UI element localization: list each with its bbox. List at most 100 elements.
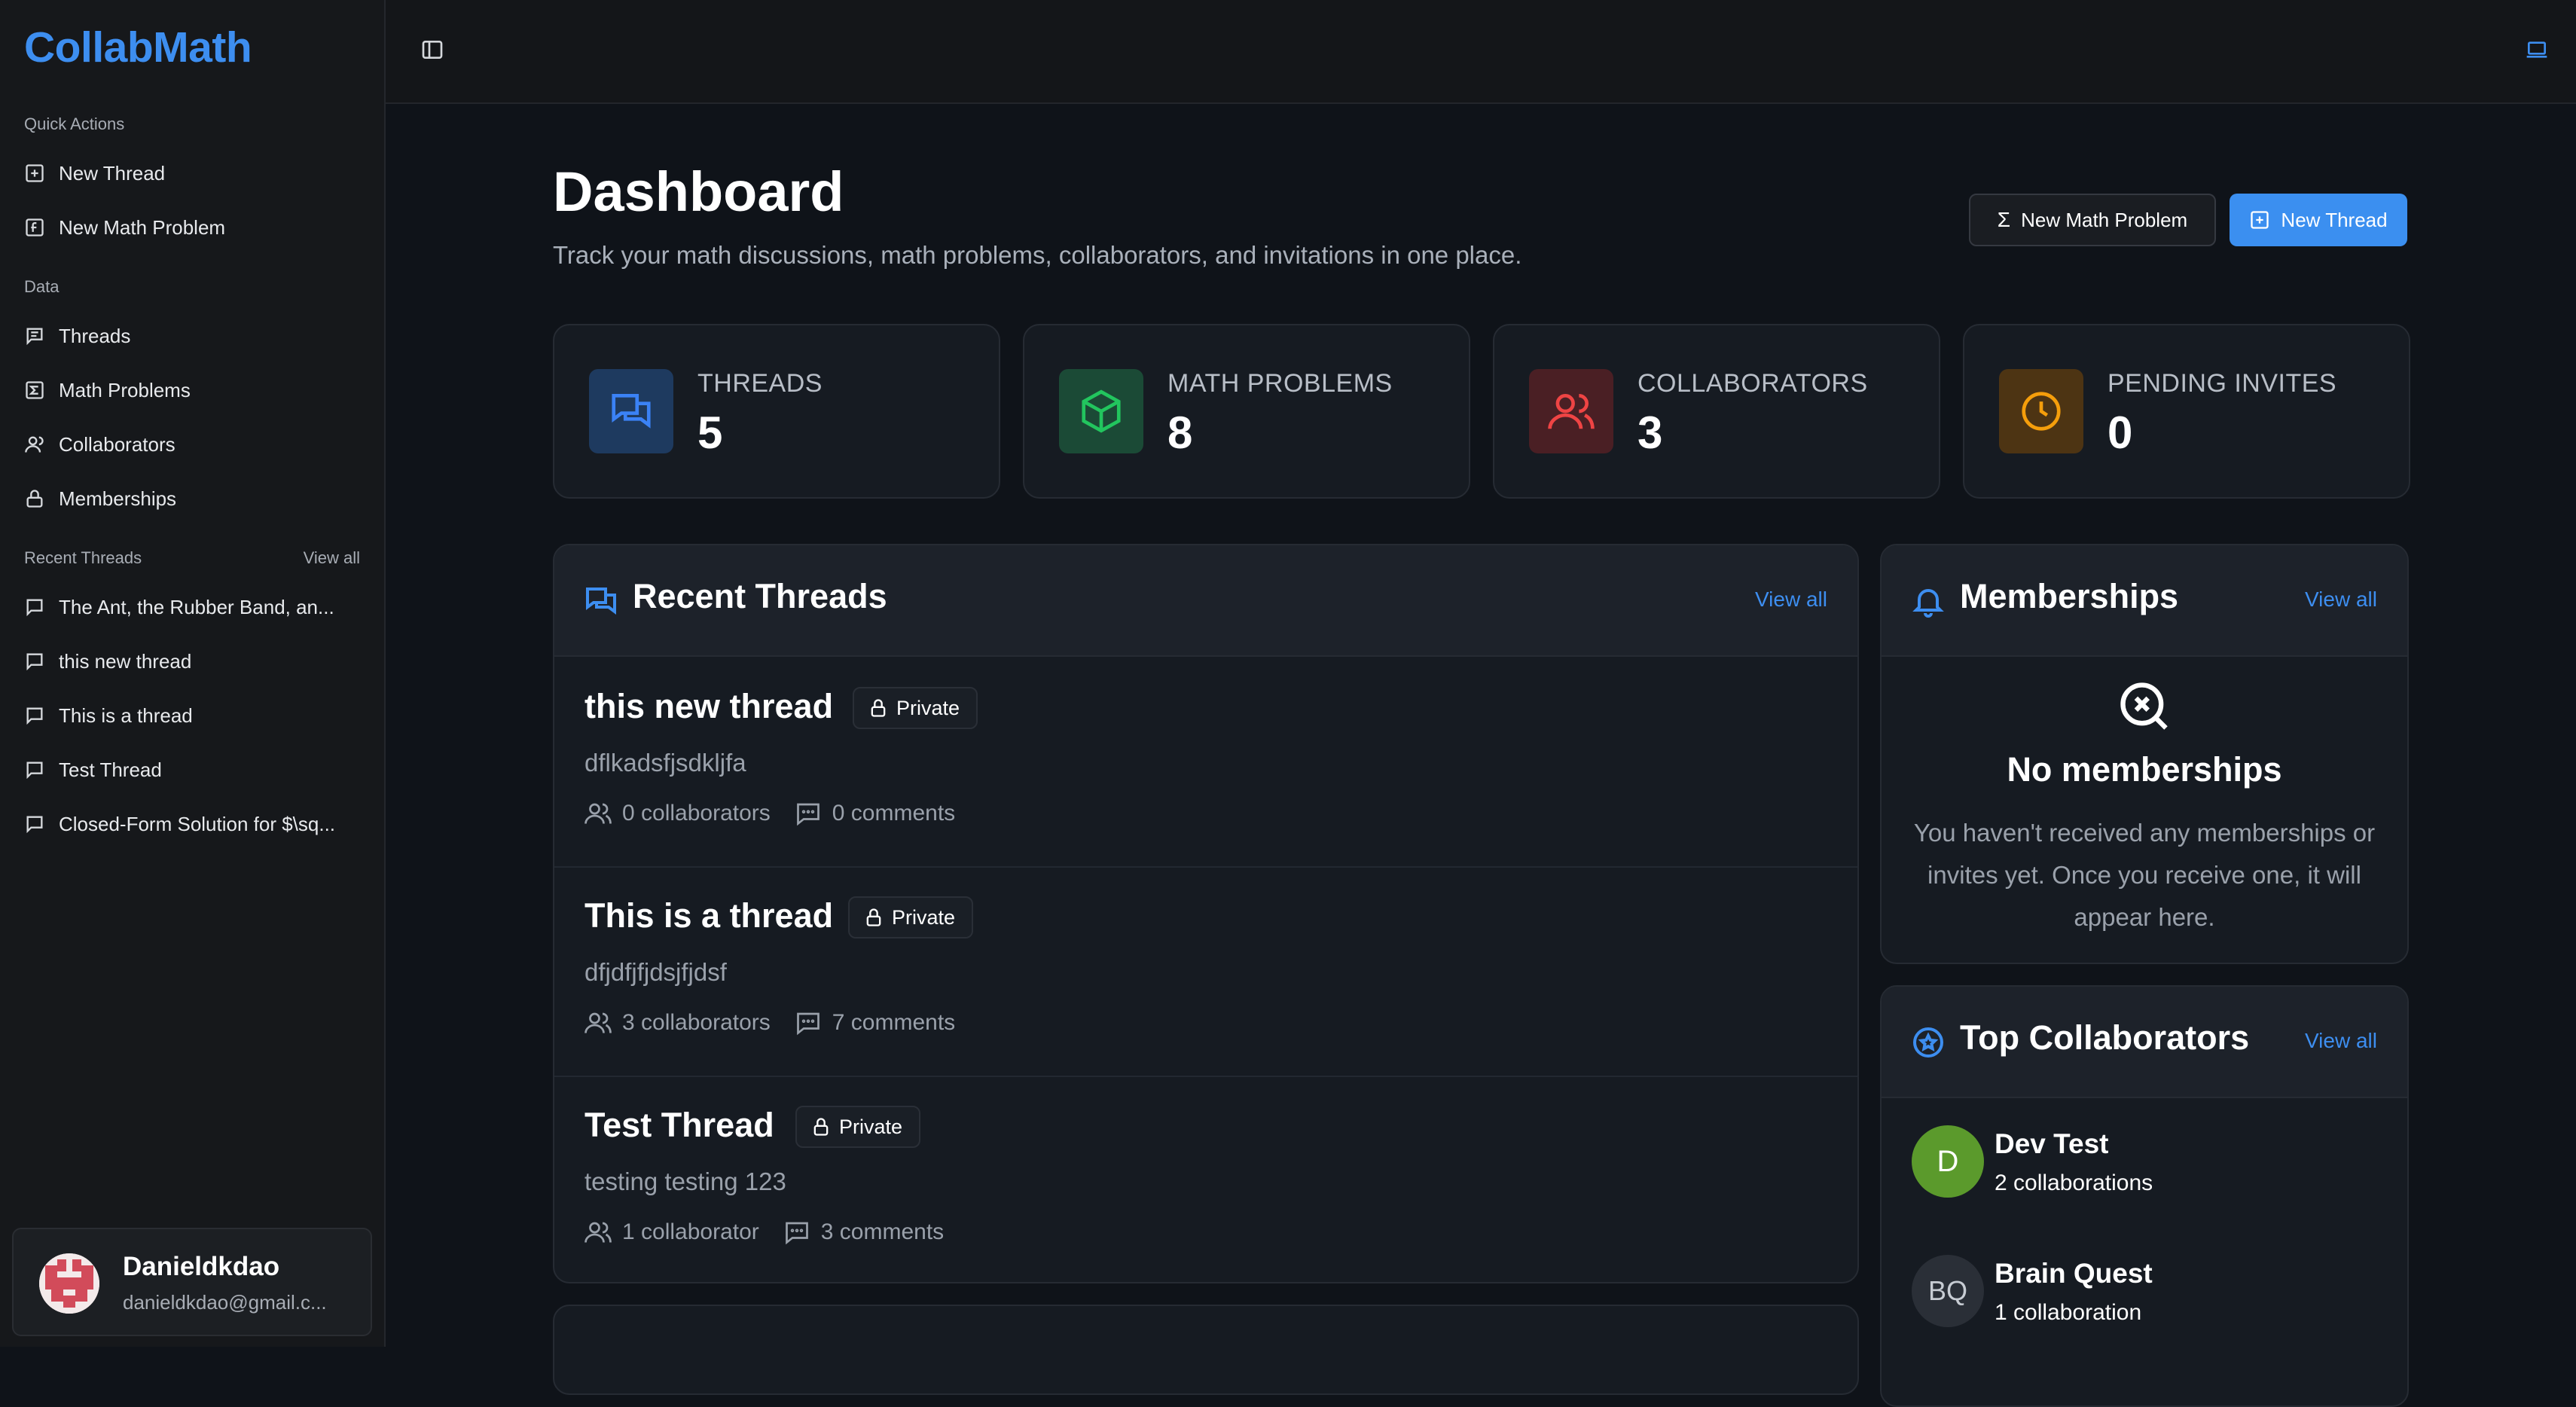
thread-title[interactable]: this new thread xyxy=(584,687,833,726)
thread-title[interactable]: Test Thread xyxy=(584,1106,774,1145)
new-thread-button[interactable]: New Thread xyxy=(2230,194,2407,246)
clock-icon xyxy=(2022,392,2061,431)
collaboration-count: 2 collaborations xyxy=(1995,1170,2153,1195)
stat-value: 0 xyxy=(2107,407,2133,458)
sidebar-recent-thread[interactable]: The Ant, the Rubber Band, an... xyxy=(24,591,363,624)
star-badge-icon xyxy=(1913,1027,1943,1058)
message-square-icon xyxy=(26,599,43,617)
comment-icon xyxy=(785,1222,808,1245)
recent-threads-panel: Recent Threads View all this new thread … xyxy=(553,544,1859,1283)
badge-label: Private xyxy=(892,905,956,929)
stat-label: MATH PROBLEMS xyxy=(1167,369,1393,398)
sidebar-item-label: The Ant, the Rubber Band, an... xyxy=(59,595,334,618)
cube-icon xyxy=(1082,389,1121,433)
comments-count: 0 comments xyxy=(795,800,955,827)
recent-threads-view-all[interactable]: View all xyxy=(304,548,360,568)
sidebar-recent-thread[interactable]: this new thread xyxy=(24,645,363,678)
data-section-label: Data xyxy=(24,277,60,296)
thread-meta: 3 collaborators 7 comments xyxy=(584,1009,955,1036)
private-badge: Private xyxy=(795,1106,921,1148)
view-all-link[interactable]: View all xyxy=(2305,1029,2377,1053)
stat-card-collaborators[interactable]: COLLABORATORS 3 xyxy=(1493,324,1940,499)
lock-icon xyxy=(866,908,881,926)
user-name: Danieldkdao xyxy=(123,1252,280,1281)
quick-actions-label: Quick Actions xyxy=(24,114,125,133)
badge-label: Private xyxy=(896,696,960,719)
collaborators-count: 3 collaborators xyxy=(584,1009,771,1036)
laptop-icon[interactable] xyxy=(2525,38,2549,62)
empty-state-title: No memberships xyxy=(2007,750,2282,789)
sidebar-item-label: New Math Problem xyxy=(59,215,226,239)
collaborator-name: Dev Test xyxy=(1995,1128,2109,1159)
meta-label: 7 comments xyxy=(832,1010,956,1035)
collaborator-name: Brain Quest xyxy=(1995,1258,2153,1289)
meta-label: 0 comments xyxy=(832,801,956,826)
users-icon xyxy=(584,1012,612,1033)
empty-state-text: You haven't received any memberships or … xyxy=(1913,819,2376,931)
thread-meta: 0 collaborators 0 comments xyxy=(584,800,955,827)
messages-icon xyxy=(612,394,651,429)
collaborators-count: 1 collaborator xyxy=(584,1219,759,1246)
meta-label: 3 comments xyxy=(820,1219,945,1244)
meta-label: 3 collaborators xyxy=(622,1010,771,1035)
sidebar-recent-thread[interactable]: Closed-Form Solution for $\sq... xyxy=(24,807,363,841)
sidebar-item-label: Threads xyxy=(59,324,131,347)
top-collaborators-panel: Top Collaborators View all D Dev Test 2 … xyxy=(1880,985,2409,1407)
new-math-problem-button[interactable]: Σ New Math Problem xyxy=(1969,194,2216,246)
panel-header: Memberships View all xyxy=(1882,545,2407,657)
stat-label: THREADS xyxy=(697,369,823,398)
stat-value: 5 xyxy=(697,407,723,458)
avatar: BQ xyxy=(1912,1255,1984,1327)
bell-icon xyxy=(1912,589,1944,618)
sidebar-item-label: this new thread xyxy=(59,649,192,673)
user-icon xyxy=(25,436,44,453)
sidebar-toggle-icon[interactable] xyxy=(420,38,444,62)
message-lines-icon xyxy=(26,328,43,346)
avatar: D xyxy=(1912,1125,1984,1198)
panel-title: Top Collaborators xyxy=(1960,1018,2250,1057)
sidebar-item-new-math-problem[interactable]: New Math Problem xyxy=(24,211,363,244)
app-logo[interactable]: CollabMath xyxy=(24,23,252,72)
lock-icon xyxy=(813,1118,829,1136)
stat-value: 3 xyxy=(1637,407,1663,458)
page-title: Dashboard xyxy=(553,160,844,223)
user-account-card[interactable]: Danieldkdao danieldkdao@gmail.c... xyxy=(12,1228,372,1336)
comments-count: 3 comments xyxy=(783,1219,944,1246)
thread-row[interactable]: this new thread Private dflkadsfjsdkljfa… xyxy=(554,657,1857,868)
sidebar: CollabMath Quick Actions New Thread New … xyxy=(0,0,386,1347)
sidebar-item-label: Closed-Form Solution for $\sq... xyxy=(59,812,336,835)
thread-row[interactable]: Test Thread Private testing testing 123 … xyxy=(554,1076,1857,1282)
sidebar-item-collaborators[interactable]: Collaborators xyxy=(24,428,363,461)
lock-icon xyxy=(871,699,886,717)
view-all-link[interactable]: View all xyxy=(2305,588,2377,612)
collaborators-count: 0 collaborators xyxy=(584,800,771,827)
sidebar-recent-thread[interactable]: This is a thread xyxy=(24,699,363,732)
sidebar-item-label: Collaborators xyxy=(59,432,175,456)
sidebar-item-label: Test Thread xyxy=(59,758,162,781)
sidebar-item-memberships[interactable]: Memberships xyxy=(24,482,363,515)
view-all-link[interactable]: View all xyxy=(1755,588,1827,612)
thread-description: testing testing 123 xyxy=(584,1167,786,1195)
comments-count: 7 comments xyxy=(795,1009,955,1036)
top-bar xyxy=(386,0,2576,104)
thread-description: dfjdfjfjdsjfjdsf xyxy=(584,958,727,986)
stat-card-pending-invites[interactable]: PENDING INVITES 0 xyxy=(1963,324,2410,499)
lock-icon xyxy=(26,490,43,508)
comment-icon xyxy=(796,1012,819,1036)
sidebar-item-threads[interactable]: Threads xyxy=(24,319,363,353)
thread-title[interactable]: This is a thread xyxy=(584,896,833,935)
thread-row[interactable]: This is a thread Private dfjdfjfjdsjfjds… xyxy=(554,866,1857,1077)
stat-card-threads[interactable]: THREADS 5 xyxy=(553,324,1000,499)
sidebar-recent-thread[interactable]: Test Thread xyxy=(24,753,363,786)
recent-threads-label: Recent Threads xyxy=(24,548,142,567)
sidebar-item-new-thread[interactable]: New Thread xyxy=(24,157,363,190)
stat-card-math-problems[interactable]: MATH PROBLEMS 8 xyxy=(1023,324,1470,499)
collaboration-count: 1 collaboration xyxy=(1995,1300,2142,1325)
comment-icon xyxy=(796,803,819,826)
users-icon xyxy=(584,1222,612,1243)
sigma-icon: Σ xyxy=(1997,208,2011,231)
panel-title: Recent Threads xyxy=(633,577,887,615)
sidebar-item-math-problems[interactable]: Math Problems xyxy=(24,374,363,407)
users-icon xyxy=(1548,394,1595,429)
avatar xyxy=(39,1253,99,1314)
